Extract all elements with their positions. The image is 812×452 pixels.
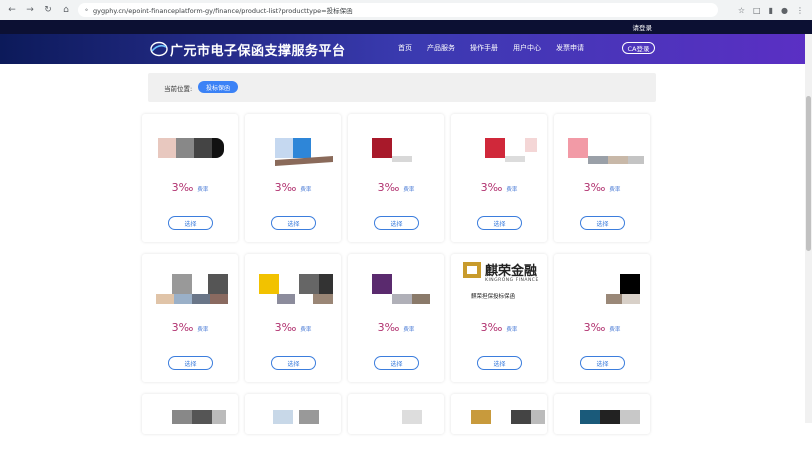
select-button[interactable]: 选择	[271, 216, 316, 230]
top-bar: 请登录	[0, 20, 812, 34]
product-rate: 3‰ 费率	[480, 181, 518, 194]
address-bar[interactable]: ⚬ gygphy.cn/epoint-financeplatform-gy/fi…	[78, 3, 718, 17]
select-button[interactable]: 选择	[477, 356, 522, 370]
home-icon[interactable]: ⌂	[60, 4, 72, 16]
product-logo	[362, 274, 432, 316]
product-card: 3‰ 费率 选择	[554, 254, 650, 382]
select-button[interactable]: 选择	[580, 216, 625, 230]
product-rate: 3‰ 费率	[171, 321, 209, 334]
product-logo	[568, 134, 644, 176]
product-card: 3‰ 费率 选择	[348, 254, 444, 382]
back-icon[interactable]: ←	[6, 4, 18, 16]
product-rate: 3‰ 费率	[480, 321, 518, 334]
product-rate: 3‰ 费率	[583, 181, 621, 194]
product-logo	[156, 274, 228, 316]
product-rate: 3‰ 费率	[171, 181, 209, 194]
select-button[interactable]: 选择	[477, 216, 522, 230]
product-card	[245, 394, 341, 434]
product-rate: 3‰ 费率	[377, 181, 415, 194]
select-button[interactable]: 选择	[271, 356, 316, 370]
product-card: 3‰ 费率 选择	[245, 254, 341, 382]
nav-products[interactable]: 产品服务	[427, 43, 455, 53]
sidebar-icon[interactable]: ▮	[769, 6, 773, 15]
select-button[interactable]: 选择	[168, 356, 213, 370]
brand-tagline: 麒荣担保投标保函	[471, 294, 516, 300]
product-card	[554, 394, 650, 434]
scroll-thumb[interactable]	[806, 96, 811, 251]
product-card: 3‰ 费率 选择	[245, 114, 341, 242]
extensions-icon[interactable]: □	[753, 6, 761, 15]
url-text: gygphy.cn/epoint-financeplatform-gy/fina…	[93, 7, 353, 15]
nav-manual[interactable]: 操作手册	[470, 43, 498, 53]
select-button[interactable]: 选择	[580, 356, 625, 370]
browser-toolbar: ← → ↻ ⌂ ⚬ gygphy.cn/epoint-financeplatfo…	[0, 0, 812, 20]
product-card: 3‰ 费率 选择	[451, 114, 547, 242]
product-logo	[259, 410, 329, 452]
profile-icon[interactable]: ●	[781, 6, 788, 15]
product-card	[142, 394, 238, 434]
product-logo	[568, 410, 640, 452]
forward-icon[interactable]: →	[24, 4, 36, 16]
product-rate: 3‰ 费率	[377, 321, 415, 334]
site-info-icon[interactable]: ⚬	[84, 7, 89, 14]
filter-bar: 当前位置: 投标保函	[148, 73, 656, 102]
product-rate: 3‰ 费率	[274, 181, 312, 194]
product-logo	[156, 410, 226, 452]
product-logo	[362, 134, 432, 176]
nav-invoice[interactable]: 发票申请	[556, 43, 584, 53]
product-logo	[465, 134, 537, 176]
product-rate: 3‰ 费率	[583, 321, 621, 334]
select-button[interactable]: 选择	[168, 216, 213, 230]
product-card: 3‰ 费率 选择	[142, 254, 238, 382]
product-card: 3‰ 费率 选择	[142, 114, 238, 242]
product-logo	[259, 134, 333, 176]
product-logo	[568, 274, 640, 316]
site-title: 广元市电子保函支撑服务平台	[170, 44, 346, 59]
ca-login-button[interactable]: CA登录	[622, 42, 655, 54]
product-logo	[362, 410, 432, 452]
brand-name: 麒荣金融	[485, 264, 538, 279]
filter-tag-bid-guarantee[interactable]: 投标保函	[198, 81, 239, 93]
product-card	[451, 394, 547, 434]
product-logo	[465, 410, 545, 452]
login-link[interactable]: 请登录	[633, 22, 653, 32]
brand-subtitle: KINGRONG FINANCE	[485, 278, 539, 283]
product-card: 麒荣金融 KINGRONG FINANCE 麒荣担保投标保函 3‰ 费率 选择	[451, 254, 547, 382]
select-button[interactable]: 选择	[374, 216, 419, 230]
menu-icon[interactable]: ⋮	[796, 6, 804, 15]
product-logo	[156, 134, 226, 176]
nav-user-center[interactable]: 用户中心	[513, 43, 541, 53]
page-scrollbar[interactable]	[805, 34, 812, 423]
reload-icon[interactable]: ↻	[42, 4, 54, 16]
site-logo-icon	[150, 41, 168, 57]
site-header: 广元市电子保函支撑服务平台 首页 产品服务 操作手册 用户中心 发票申请 CA登…	[0, 34, 812, 64]
product-logo	[259, 274, 333, 316]
bookmark-star-icon[interactable]: ☆	[738, 6, 745, 15]
product-rate: 3‰ 费率	[274, 321, 312, 334]
select-button[interactable]: 选择	[374, 356, 419, 370]
filter-label: 当前位置:	[164, 85, 193, 93]
nav-home[interactable]: 首页	[398, 43, 412, 53]
product-card	[348, 394, 444, 434]
kingrong-logo-icon	[463, 262, 481, 278]
product-card: 3‰ 费率 选择	[348, 114, 444, 242]
product-card: 3‰ 费率 选择	[554, 114, 650, 242]
main-nav: 首页 产品服务 操作手册 用户中心 发票申请	[398, 43, 584, 53]
